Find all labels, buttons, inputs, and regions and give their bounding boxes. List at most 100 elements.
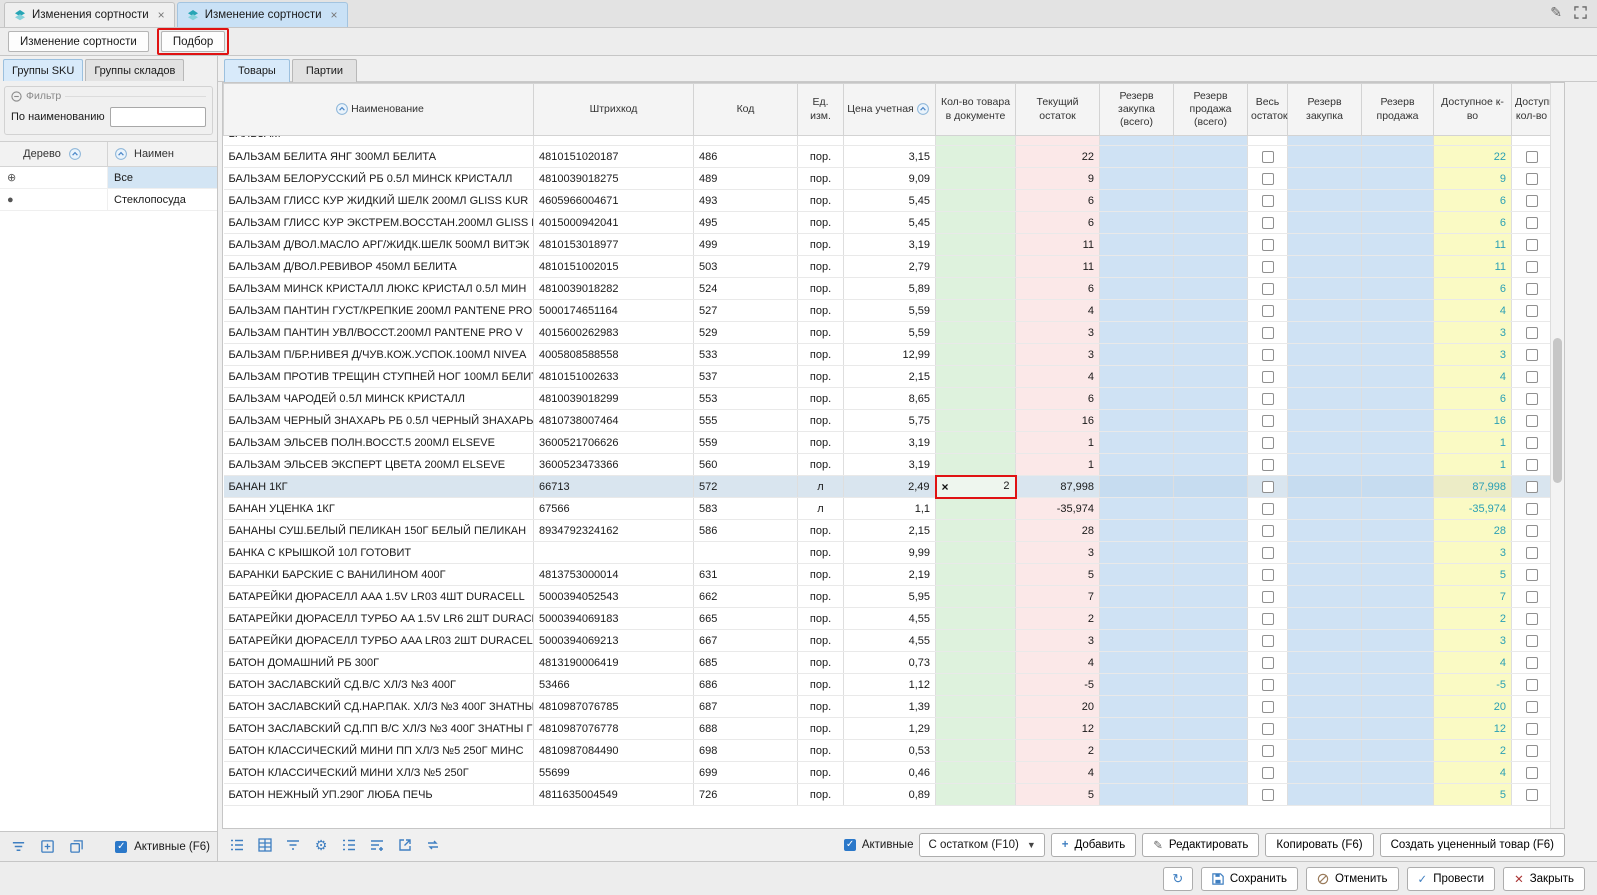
doc-qty-cell[interactable] — [936, 608, 1016, 630]
product-row[interactable]: БАЛЬЗАМ П/БР.НИВЕЯ Д/ЧУВ.КОЖ.УСПОК.100МЛ… — [224, 344, 1552, 366]
product-row[interactable]: БАНКА С КРЫШКОЙ 10Л ГОТОВИТпор.9,9933 — [224, 542, 1552, 564]
product-row[interactable]: БАЛЬЗАМ ПРОТИВ ТРЕЩИН СТУПНЕЙ НОГ 100МЛ … — [224, 366, 1552, 388]
product-row[interactable]: БАТАРЕЙКИ ДЮРАСЕЛЛ ТУРБО AA 1.5V LR6 2ШТ… — [224, 608, 1552, 630]
edit-button[interactable]: ✎ Редактировать — [1142, 833, 1259, 857]
doc-qty-cell[interactable] — [936, 520, 1016, 542]
doc-qty-cell[interactable] — [936, 498, 1016, 520]
product-row[interactable]: БАЛЬЗАМ БЕЛИТА ЯНГ 300МЛ БЕЛИТА481015102… — [224, 146, 1552, 168]
product-row[interactable]: БАТОН ЗАСЛАВСКИЙ СД.НАР.ПАК. ХЛ/З №3 400… — [224, 696, 1552, 718]
sort-asc-icon[interactable] — [336, 103, 348, 115]
doc-qty-cell[interactable] — [936, 322, 1016, 344]
col-header-available-qty[interactable]: Доступное к-во — [1434, 84, 1512, 136]
filter-name-input[interactable] — [110, 107, 206, 127]
doc-qty-cell[interactable] — [936, 762, 1016, 784]
available-checkbox[interactable] — [1526, 305, 1538, 317]
tab-sku-groups[interactable]: Группы SKU — [3, 59, 83, 81]
whole-stock-checkbox[interactable] — [1262, 789, 1274, 801]
create-discounted-button[interactable]: Создать уцененный товар (F6) — [1380, 833, 1565, 857]
col-header-doc-qty[interactable]: Кол-во товара в документе — [936, 84, 1016, 136]
stock-filter-dropdown[interactable]: С остатком (F10) ▼ — [919, 833, 1044, 857]
post-button[interactable]: ✓ Провести — [1407, 867, 1496, 891]
product-row[interactable]: БАТОН КЛАССИЧЕСКИЙ МИНИ ХЛ/З №5 250Г5569… — [224, 762, 1552, 784]
product-row[interactable]: БАЛЬЗАМ ЭЛЬСЕВ ПОЛН.ВОССТ.5 200МЛ ELSEVE… — [224, 432, 1552, 454]
whole-stock-checkbox[interactable] — [1262, 305, 1274, 317]
sort-asc-icon[interactable] — [917, 103, 929, 115]
product-row[interactable]: БАТАРЕЙКИ ДЮРАСЕЛЛ AAA 1.5V LR03 4ШТ DUR… — [224, 586, 1552, 608]
list-view-icon[interactable] — [226, 834, 248, 856]
whole-stock-checkbox[interactable] — [1262, 591, 1274, 603]
whole-stock-checkbox[interactable] — [1262, 459, 1274, 471]
product-row[interactable]: БАЛЬЗАМ БЕЛОРУССКИЙ РБ 0.5Л МИНСК КРИСТА… — [224, 168, 1552, 190]
tab-warehouse-groups[interactable]: Группы складов — [85, 59, 184, 81]
whole-stock-checkbox[interactable] — [1262, 327, 1274, 339]
available-checkbox[interactable] — [1526, 459, 1538, 471]
col-header-name[interactable]: Наименование — [224, 84, 534, 136]
col-header-barcode[interactable]: Штрихкод — [534, 84, 694, 136]
available-checkbox[interactable] — [1526, 789, 1538, 801]
whole-stock-checkbox[interactable] — [1262, 261, 1274, 273]
whole-stock-checkbox[interactable] — [1262, 393, 1274, 405]
whole-stock-checkbox[interactable] — [1262, 745, 1274, 757]
whole-stock-checkbox[interactable] — [1262, 195, 1274, 207]
save-button[interactable]: Сохранить — [1201, 867, 1298, 891]
open-external-icon[interactable] — [394, 834, 416, 856]
whole-stock-checkbox[interactable] — [1262, 657, 1274, 669]
settings-gear-icon[interactable]: ⚙ — [310, 834, 332, 856]
sort-asc-icon[interactable] — [115, 148, 127, 160]
doc-qty-cell[interactable] — [936, 278, 1016, 300]
product-row[interactable]: БАРАНКИ БАРСКИЕ С ВАНИЛИНОМ 400Г48137530… — [224, 564, 1552, 586]
available-checkbox[interactable] — [1526, 327, 1538, 339]
available-checkbox[interactable] — [1526, 767, 1538, 779]
tree-col-tree[interactable]: Дерево — [0, 142, 108, 166]
available-checkbox[interactable] — [1526, 437, 1538, 449]
product-row[interactable]: БАЛЬЗАМ ЧАРОДЕЙ 0.5Л МИНСК КРИСТАЛЛ48100… — [224, 388, 1552, 410]
fullscreen-icon[interactable] — [1574, 6, 1587, 19]
col-header-reserve-purchase-total[interactable]: Резерв закупка (всего) — [1100, 84, 1174, 136]
refresh-button[interactable]: ↻ — [1163, 867, 1193, 891]
available-checkbox[interactable] — [1526, 173, 1538, 185]
doc-qty-cell[interactable] — [936, 344, 1016, 366]
tree-row-all[interactable]: ⊕ Все — [0, 167, 217, 189]
doc-qty-cell[interactable] — [936, 432, 1016, 454]
available-checkbox[interactable] — [1526, 151, 1538, 163]
whole-stock-checkbox[interactable] — [1262, 371, 1274, 383]
doc-qty-cell[interactable] — [936, 212, 1016, 234]
whole-stock-checkbox[interactable] — [1262, 679, 1274, 691]
collapse-filter-icon[interactable] — [11, 91, 22, 102]
whole-stock-checkbox[interactable] — [1262, 547, 1274, 559]
available-checkbox[interactable] — [1526, 217, 1538, 229]
sidebar-active-checkbox[interactable] — [115, 841, 127, 853]
whole-stock-checkbox[interactable] — [1262, 481, 1274, 493]
product-row[interactable]: БАНАНЫ СУШ.БЕЛЫЙ ПЕЛИКАН 150Г БЕЛЫЙ ПЕЛИ… — [224, 520, 1552, 542]
doc-qty-cell[interactable] — [936, 674, 1016, 696]
close-tab-icon[interactable]: × — [158, 8, 165, 22]
doc-qty-cell[interactable] — [936, 300, 1016, 322]
col-header-code[interactable]: Код — [694, 84, 798, 136]
col-header-reserve-sale-total[interactable]: Резерв продажа (всего) — [1174, 84, 1248, 136]
mode-tab-pick[interactable]: Подбор — [161, 31, 226, 52]
numbered-list-icon[interactable] — [338, 834, 360, 856]
doc-qty-cell[interactable] — [936, 168, 1016, 190]
product-row-partial[interactable]: БАЛЬЗАМ — [224, 136, 1552, 146]
tab-goods[interactable]: Товары — [224, 59, 290, 82]
tree-col-name[interactable]: Наимен — [108, 142, 217, 166]
tab-batches[interactable]: Партии — [292, 59, 357, 82]
available-checkbox[interactable] — [1526, 283, 1538, 295]
col-header-reserve-sale[interactable]: Резерв продажа — [1362, 84, 1434, 136]
whole-stock-checkbox[interactable] — [1262, 437, 1274, 449]
whole-stock-checkbox[interactable] — [1262, 217, 1274, 229]
available-checkbox[interactable] — [1526, 657, 1538, 669]
product-row[interactable]: БАТОН КЛАССИЧЕСКИЙ МИНИ ПП ХЛ/З №5 250Г … — [224, 740, 1552, 762]
doc-qty-cell[interactable] — [936, 256, 1016, 278]
col-header-reserve-purchase[interactable]: Резерв закупка — [1288, 84, 1362, 136]
available-checkbox[interactable] — [1526, 569, 1538, 581]
col-header-unit[interactable]: Ед. изм. — [798, 84, 844, 136]
table-view-icon[interactable] — [254, 834, 276, 856]
available-checkbox[interactable] — [1526, 481, 1538, 493]
doc-qty-cell[interactable] — [936, 740, 1016, 762]
col-header-price[interactable]: Цена учетная — [844, 84, 936, 136]
col-header-whole-stock[interactable]: Весь остаток — [1248, 84, 1288, 136]
whole-stock-checkbox[interactable] — [1262, 569, 1274, 581]
window-tab-sortness-change[interactable]: Изменение сортности × — [177, 2, 348, 27]
whole-stock-checkbox[interactable] — [1262, 525, 1274, 537]
